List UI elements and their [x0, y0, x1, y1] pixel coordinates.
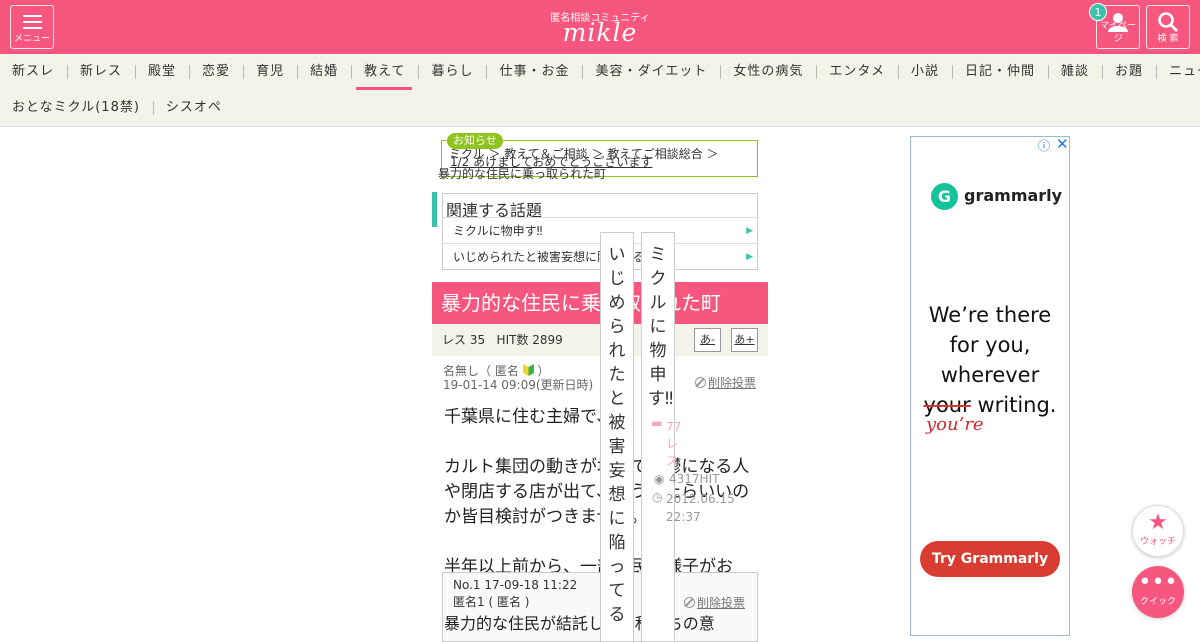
vertical-res-count: 77レス — [666, 420, 682, 468]
prohibit-icon — [684, 597, 695, 608]
nav-item[interactable]: ニュース — [1157, 65, 1200, 79]
search-icon — [1158, 12, 1179, 33]
site-header: メニュー 匿名相談コミュニティ mikle マイページ 1 検 索 — [0, 0, 1200, 54]
beginner-mark-icon — [522, 364, 534, 376]
hit-count: HIT数 2899 — [496, 333, 563, 347]
reply-number: No.1 17-09-18 11:22 — [453, 578, 578, 592]
vertical-topic-title: ミクルに物申す‼︎ — [648, 245, 674, 409]
nav-item[interactable]: シスオペ — [154, 101, 235, 115]
res-count: レス 35 — [442, 333, 486, 347]
close-icon[interactable]: ✕ — [1056, 135, 1069, 153]
nav-item[interactable]: 結婚 — [298, 65, 353, 79]
nav-item[interactable]: お題 — [1103, 65, 1158, 79]
font-larger-button[interactable]: あ+ — [731, 328, 758, 352]
ad-brand: grammarly — [964, 186, 1063, 205]
grammarly-logo-icon: G — [931, 183, 958, 210]
ad-correction: you’re — [926, 414, 984, 435]
category-nav-row: おとなミクル(18禁) シスオペ — [0, 100, 1200, 115]
nav-item[interactable]: 教えて — [352, 65, 420, 90]
breadcrumb-current: 暴力的な住民に乗っ取られた町 — [438, 167, 607, 181]
triangle-right-icon: ▶ — [746, 226, 753, 236]
ad-cta-button[interactable]: Try Grammarly — [920, 541, 1060, 577]
vertical-hit-count: 4317HIT — [669, 472, 720, 486]
quick-label: クイック — [1139, 597, 1176, 607]
font-smaller-button[interactable]: あ- — [694, 328, 721, 352]
nav-item[interactable]: 仕事・お金 — [487, 65, 584, 79]
notice-tag: お知らせ — [447, 133, 503, 149]
notification-badge: 1 — [1089, 3, 1107, 21]
mypage-label: マイページ — [1099, 21, 1136, 44]
nav-item[interactable]: 新レス — [68, 65, 137, 79]
delete-vote-link[interactable]: 削除投票 — [695, 374, 756, 391]
ad-copy: We’re there for you, wherever your writi… — [912, 300, 1068, 420]
prohibit-icon — [695, 377, 706, 388]
nav-item[interactable]: 殿堂 — [136, 65, 191, 79]
watch-label: ウォッチ — [1139, 537, 1176, 547]
more-dots-icon: ••• — [1138, 570, 1178, 595]
category-nav-row: 新スレ 新レス 殿堂 恋愛 育児 結婚 教えて 暮らし 仕事・お金 美容・ダイエット 女性の病気 エン… — [0, 64, 1200, 90]
nav-item[interactable]: 恋愛 — [190, 65, 245, 79]
category-nav: 新スレ 新レス 殿堂 恋愛 育児 結婚 教えて 暮らし 仕事・お金 美容・ダイエット 女性の病気 エン… — [0, 54, 1200, 127]
nav-item[interactable]: 女性の病気 — [721, 65, 818, 79]
delete-vote-label: 削除投票 — [697, 596, 746, 610]
vertical-date: 2012.06.15 22:37 — [666, 492, 735, 524]
quick-button[interactable]: ••• クイック — [1132, 566, 1184, 618]
post-date: 19-01-14 09:09(更新日時) — [443, 378, 594, 392]
watch-button[interactable]: ★ ウォッチ — [1132, 505, 1184, 557]
vertical-topic-title: いじめられたと被害妄想に陥ってる — [608, 245, 626, 625]
search-label: 検 索 — [1157, 34, 1179, 44]
reply-delete-vote-link[interactable]: 削除投票 — [684, 594, 745, 611]
related-item-label: ミクルに物申す‼︎ — [453, 224, 543, 238]
nav-item[interactable]: おとなミクル(18禁) — [0, 101, 154, 115]
folder-icon: ▬ — [651, 416, 663, 430]
search-button[interactable]: 検 索 — [1146, 5, 1190, 49]
eye-icon: ◉ — [654, 472, 665, 486]
nav-item[interactable]: 育児 — [244, 65, 299, 79]
reply-author: 匿名1 ( 匿名 ) — [453, 595, 530, 609]
nav-item[interactable]: 日記・仲間 — [953, 65, 1050, 79]
nav-item[interactable]: 美容・ダイエット — [583, 65, 722, 79]
triangle-right-icon: ▶ — [746, 252, 753, 262]
ad-line: wherever — [940, 363, 1040, 387]
nav-item[interactable]: 新スレ — [0, 65, 69, 79]
delete-vote-label: 削除投票 — [708, 376, 757, 390]
nav-item[interactable]: 小説 — [899, 65, 954, 79]
nav-item[interactable]: 暮らし — [419, 65, 488, 79]
nav-item[interactable]: 雑談 — [1049, 65, 1104, 79]
star-icon: ★ — [1148, 510, 1168, 535]
ad-line: for you, — [949, 333, 1031, 357]
related-accent-bar — [432, 192, 437, 227]
site-logo[interactable]: mikle — [0, 18, 1200, 47]
ad-line: We’re there — [928, 303, 1052, 327]
info-icon[interactable]: ⓘ — [1038, 137, 1050, 154]
nav-item[interactable]: エンタメ — [817, 65, 899, 79]
